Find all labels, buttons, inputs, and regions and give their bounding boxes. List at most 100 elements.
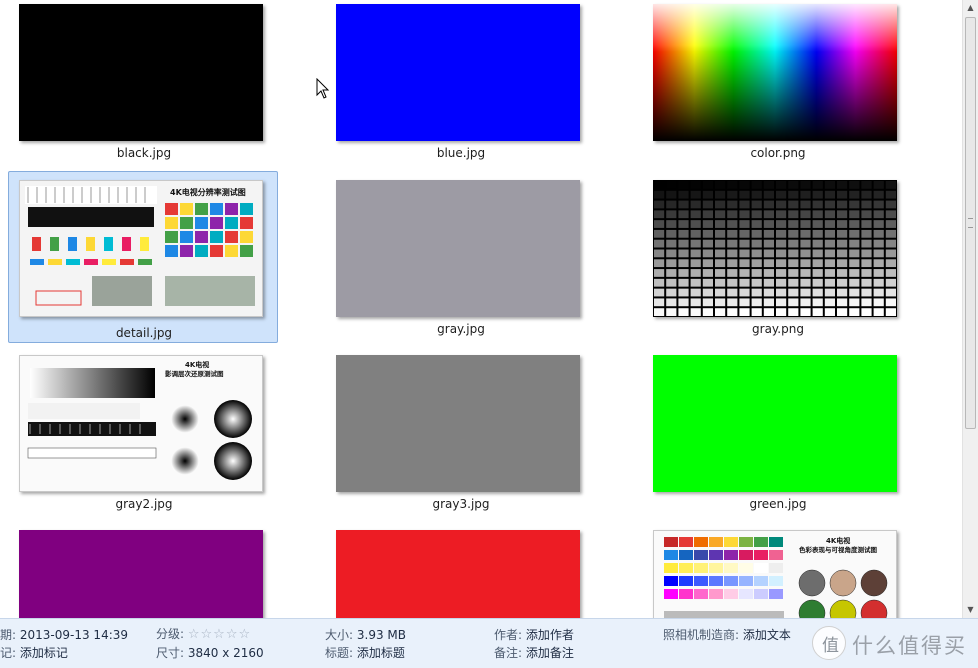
gray-step-cell [702, 288, 713, 297]
gray-step-cell [739, 190, 750, 199]
mouse-cursor-icon [316, 78, 330, 99]
gray-step-cell [837, 249, 848, 258]
title-value[interactable]: 添加标题 [357, 646, 405, 660]
gray-step-cell [824, 288, 835, 297]
gray-step-cell [715, 239, 726, 248]
scroll-down-arrow-icon[interactable]: ▼ [963, 602, 978, 618]
camera-maker-field: 照相机制造商: 添加文本 [663, 626, 791, 643]
gray2-subtitle: 影调层次还原测试图 [165, 369, 224, 378]
gray-step-cell [824, 278, 835, 287]
notes-value[interactable]: 添加备注 [526, 646, 574, 660]
scrollbar-thumb[interactable] [965, 17, 976, 429]
gray-step-cell [788, 288, 799, 297]
gray-step-cell [654, 249, 665, 258]
gray-step-cell [800, 249, 811, 258]
gray-step-cell [690, 278, 701, 287]
gray-step-cell [666, 190, 677, 199]
gray-step-cell [885, 229, 896, 238]
gray-step-cell [715, 200, 726, 209]
gray-step-cell [751, 308, 762, 316]
file-tile-gray2[interactable]: 4K电视 影调层次还原测试图 gray2.jpg [8, 351, 278, 523]
gray-step-cell [702, 190, 713, 199]
scroll-grip-icon [968, 218, 973, 228]
gray-step-cell [824, 249, 835, 258]
gray-step-cell [885, 288, 896, 297]
gray-step-cell [873, 220, 884, 228]
gray-step-cell [763, 200, 774, 209]
date-value[interactable]: 2013-09-13 14:39 [20, 628, 128, 642]
gray-step-cell [678, 269, 689, 277]
gray-step-cell [751, 200, 762, 209]
thumbnail-purple [19, 530, 263, 618]
gray-step-cell [776, 278, 787, 287]
author-value[interactable]: 添加作者 [526, 628, 574, 642]
gray-step-cell [715, 249, 726, 258]
gray-step-cell [861, 200, 872, 209]
color-test-chart: 4K电视 色彩表现与可视角度测试图 [654, 531, 896, 618]
gray-step-cell [885, 181, 896, 189]
gray-step-cell [812, 259, 823, 268]
file-tile-gray3[interactable]: gray3.jpg [325, 351, 595, 523]
file-tile-detail[interactable]: 4K电视分辨率测试图 detail.jpg [8, 171, 278, 343]
camera-maker-label: 照相机制造商: [663, 628, 740, 642]
gray-step-cell [812, 249, 823, 258]
gray-step-cell [739, 200, 750, 209]
gray-step-cell [702, 259, 713, 268]
gray-step-cell [702, 220, 713, 228]
gray-step-cell [702, 308, 713, 316]
gray-step-cell [654, 298, 665, 307]
file-name: gray.png [752, 322, 804, 336]
gray-step-cell [788, 229, 799, 238]
gray-step-cell [885, 200, 896, 209]
gray-step-cell [666, 239, 677, 248]
gray-step-cell [873, 239, 884, 248]
gray-step-cell [849, 269, 860, 277]
file-tile-green[interactable]: green.jpg [642, 351, 912, 523]
dimensions-value: 3840 x 2160 [187, 646, 264, 660]
rating-label: 分级: [156, 627, 185, 641]
file-tile-blue[interactable]: blue.jpg [325, 0, 595, 172]
gray-step-cell [885, 259, 896, 268]
file-name: green.jpg [749, 497, 807, 511]
rating-stars-icon[interactable]: ☆☆☆☆☆ [188, 627, 251, 642]
file-tile-red[interactable] [325, 526, 595, 618]
gray-step-cell [702, 210, 713, 219]
scroll-up-arrow-icon[interactable]: ▲ [963, 0, 978, 16]
gray-step-cell [678, 220, 689, 228]
file-tile-gray[interactable]: gray.jpg [325, 176, 595, 348]
gray-step-cell [800, 269, 811, 277]
gray-step-cell [873, 259, 884, 268]
file-name: blue.jpg [436, 146, 486, 160]
gray-step-cell [849, 308, 860, 316]
gray-step-cell [861, 278, 872, 287]
gray-step-cell [861, 229, 872, 238]
gray-step-cell [849, 210, 860, 219]
gray-step-cell [861, 259, 872, 268]
gray2-test-chart: 4K电视 影调层次还原测试图 [20, 356, 262, 491]
gray-step-cell [885, 308, 896, 316]
gray-step-cell [727, 288, 738, 297]
gray-step-cell [715, 288, 726, 297]
gray-step-cell [788, 220, 799, 228]
gray-step-cell [849, 259, 860, 268]
file-tile-black[interactable]: black.jpg [8, 0, 278, 172]
notes-label: 备注: [494, 646, 523, 660]
gray-step-cell [873, 181, 884, 189]
title-label: 标题: [325, 646, 354, 660]
file-tile-color[interactable]: color.png [642, 0, 912, 172]
thumbnail-gray-png [653, 180, 897, 317]
vertical-scrollbar[interactable]: ▲ ▼ [962, 0, 978, 618]
gray-step-cell [776, 269, 787, 277]
gray-step-cell [873, 298, 884, 307]
gray-step-cell [654, 229, 665, 238]
file-tile-gray-png[interactable]: gray.png [642, 176, 912, 348]
gray-step-cell [885, 278, 896, 287]
tags-value[interactable]: 添加标记 [20, 646, 68, 660]
gray-step-cell [812, 239, 823, 248]
file-tile-color-chart[interactable]: 4K电视 色彩表现与可视角度测试图 [642, 526, 912, 618]
gray-step-cell [788, 259, 799, 268]
camera-maker-value[interactable]: 添加文本 [743, 628, 791, 642]
gray-step-cell [678, 229, 689, 238]
gray-step-cell [800, 229, 811, 238]
file-tile-purple[interactable] [8, 526, 278, 618]
